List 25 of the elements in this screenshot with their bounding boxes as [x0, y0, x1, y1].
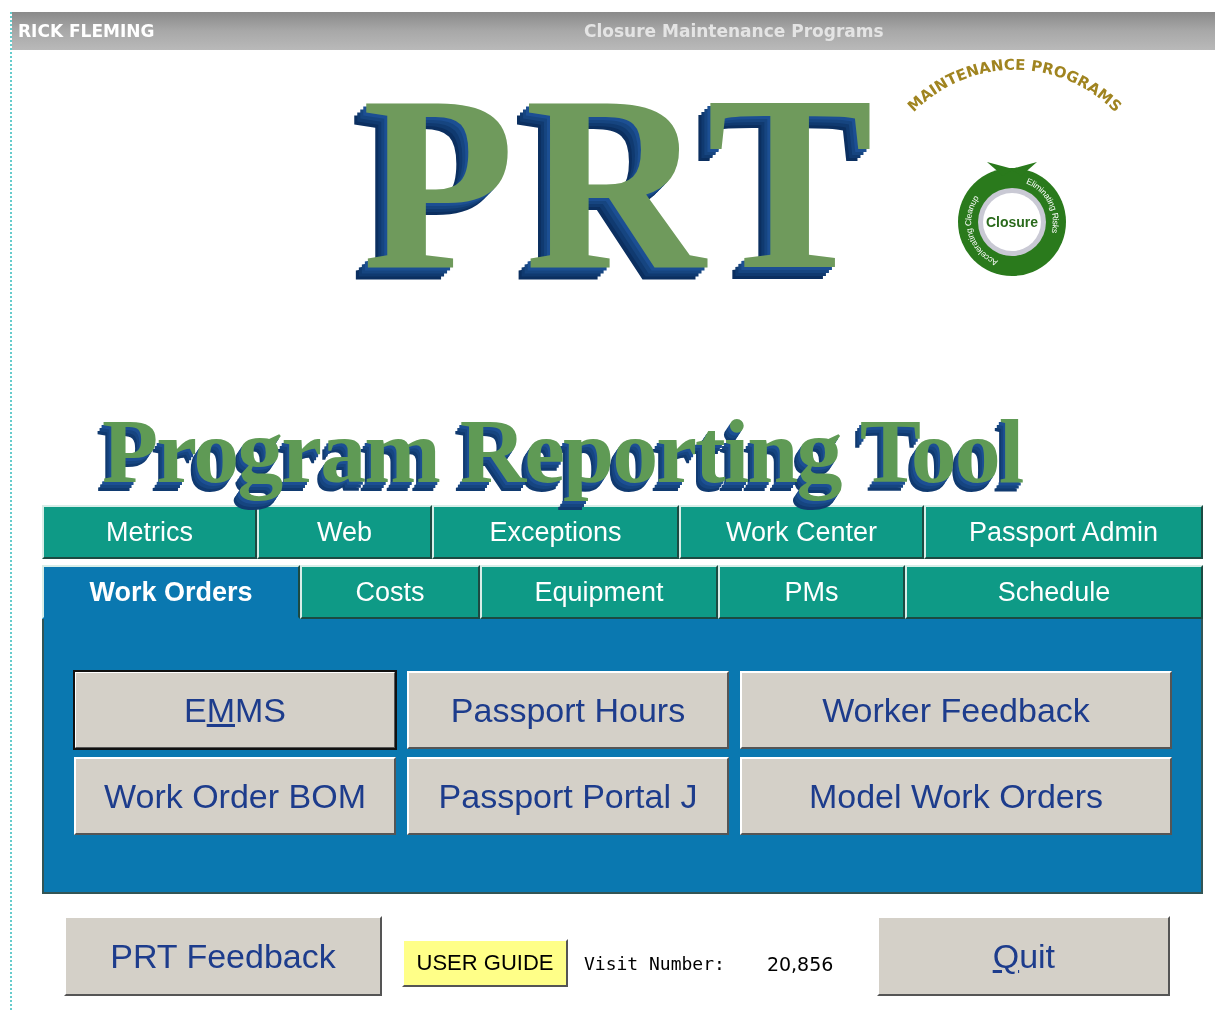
menu-button[interactable]: Work Order BOM: [74, 757, 396, 835]
tab[interactable]: PMs: [718, 565, 905, 619]
user-name: RICK FLEMING: [18, 21, 156, 41]
badge-center-text: Closure: [985, 214, 1039, 230]
tab[interactable]: Work Center: [679, 505, 924, 559]
tab[interactable]: Schedule: [905, 565, 1203, 619]
feedback-button[interactable]: PRT Feedback: [64, 916, 382, 996]
menu-button[interactable]: Passport Portal J: [407, 757, 729, 835]
tab[interactable]: Passport Admin: [924, 505, 1203, 559]
circular-arrows-icon: [958, 162, 1066, 276]
window-title: Closure Maintenance Programs: [584, 21, 884, 41]
user-guide-button[interactable]: USER GUIDE: [402, 939, 568, 987]
tab[interactable]: Web: [257, 505, 432, 559]
tab[interactable]: Metrics: [42, 505, 257, 559]
tab[interactable]: Equipment: [480, 565, 718, 619]
tab[interactable]: Exceptions: [432, 505, 679, 559]
tab[interactable]: Work Orders: [42, 565, 300, 619]
menu-button[interactable]: Model Work Orders: [740, 757, 1172, 835]
visit-number-label: Visit Number:: [584, 952, 725, 974]
tab[interactable]: Costs: [300, 565, 480, 619]
quit-button[interactable]: Quit: [877, 916, 1171, 996]
menu-button[interactable]: Worker Feedback: [740, 671, 1172, 749]
menu-button[interactable]: Passport Hours: [407, 671, 729, 749]
menu-button[interactable]: EMMS: [74, 671, 396, 749]
visit-number-value: 20,856: [766, 953, 834, 975]
